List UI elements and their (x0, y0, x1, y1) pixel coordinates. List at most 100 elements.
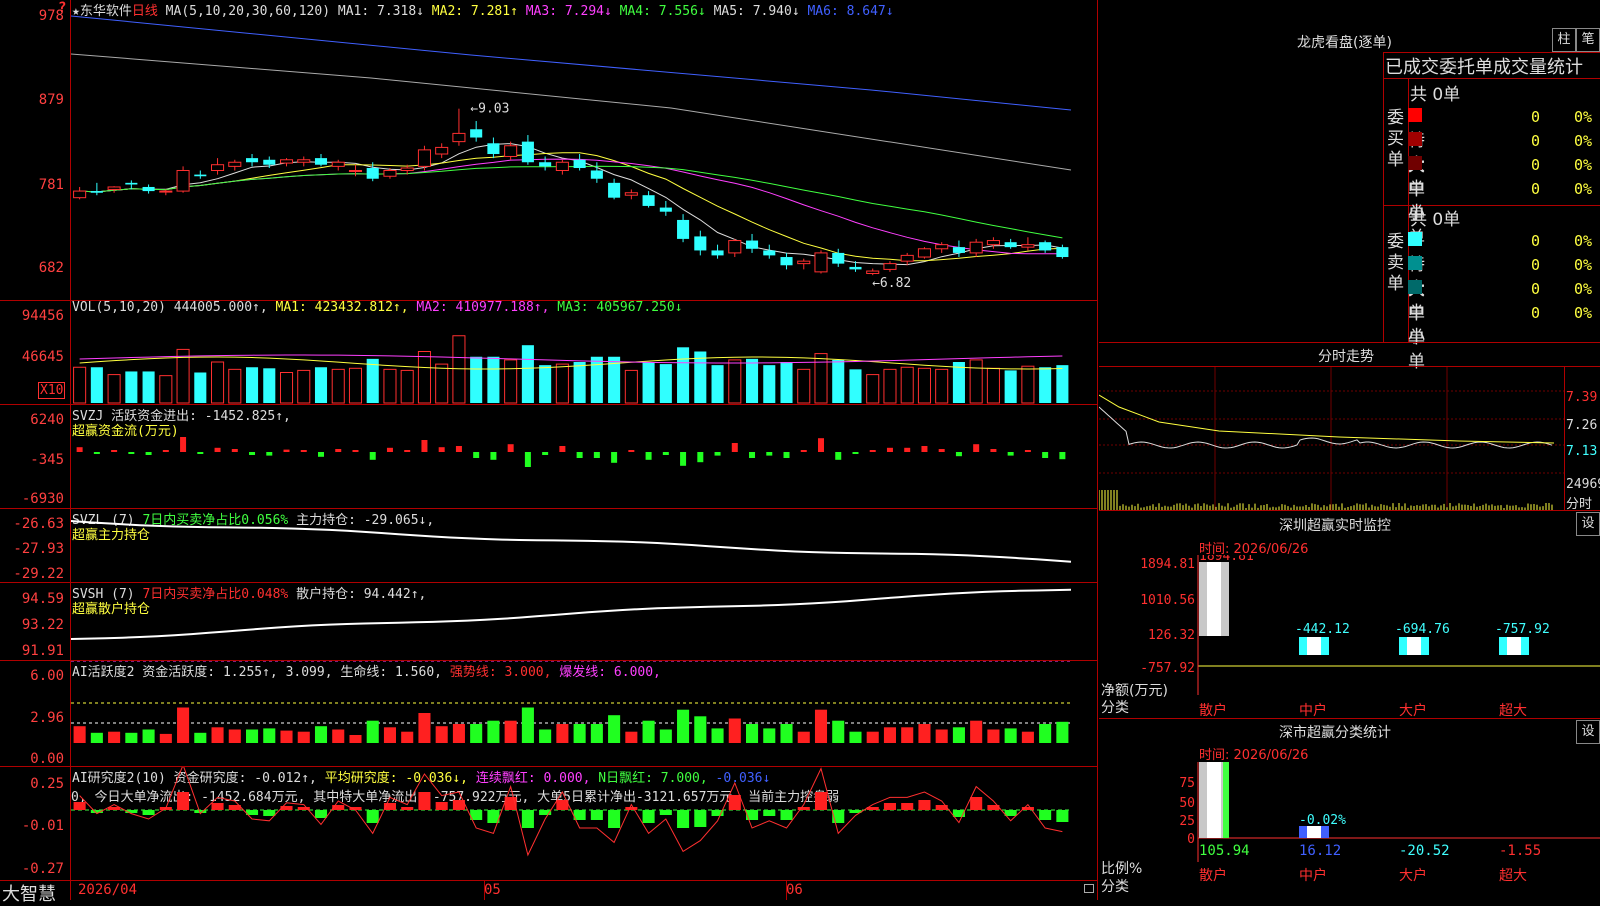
activity-bar (867, 732, 879, 743)
lhkp-row-count: 0 (1531, 304, 1540, 322)
research-bar (143, 810, 155, 815)
candle-body (453, 133, 465, 141)
position-line (71, 590, 1071, 639)
volume-chart (71, 301, 1097, 404)
candle-body (108, 187, 120, 189)
candle-body (936, 245, 948, 249)
flow-bar (301, 450, 307, 452)
activity-bar (591, 724, 603, 743)
flow-bar (835, 452, 841, 460)
activity-bar (539, 730, 551, 744)
flow-bar (577, 452, 583, 458)
research-bar (591, 810, 603, 820)
activity-bar (1056, 722, 1068, 743)
lhkp-tab-line (1383, 78, 1600, 79)
volume-bar (780, 362, 792, 403)
ma6-line (71, 16, 1071, 110)
volume-bar (349, 368, 361, 403)
date-tick-2 (484, 880, 485, 900)
volume-bar (677, 347, 689, 403)
activity-bar (349, 735, 361, 743)
volume-bar (1039, 367, 1051, 403)
lhkp-row: 大单 (1408, 254, 1426, 278)
flow-bar (94, 452, 100, 454)
flow-bar (284, 450, 290, 452)
volume-bar (229, 369, 241, 403)
sz-class-cat-label: 超大 (1499, 868, 1527, 884)
sz-class-y-label: 25 (1179, 814, 1195, 829)
intraday-chart[interactable] (1099, 367, 1564, 510)
activity-bar (901, 727, 913, 743)
sz-monitor-cat-label: 超大 (1499, 703, 1527, 719)
volume-bar (815, 354, 827, 403)
flow-bar (939, 449, 945, 452)
lhkp-row-count: 0 (1531, 232, 1540, 250)
sz-class-chart: 7550250-0.02%105.94散户16.12中户-20.52大户-1.5… (1099, 762, 1600, 900)
candle-body (867, 271, 879, 273)
candle-body (505, 146, 517, 157)
candle-body (591, 170, 603, 178)
lhkp-row-count: 0 (1531, 132, 1540, 150)
volume-bar (418, 352, 430, 404)
candle-body (849, 267, 861, 269)
kline-area[interactable]: ★东华软件日线 MA(5,10,20,30,60,120) MA1: 7.318… (0, 0, 1098, 900)
volume-bar (763, 365, 775, 403)
candle-body (574, 160, 586, 168)
lhkp-row-count: 0 (1531, 156, 1540, 174)
vol-ma-line (80, 357, 1063, 369)
volume-bar (280, 373, 292, 404)
volume-bar (901, 367, 913, 403)
lhkp-row-pct: 0% (1574, 132, 1592, 150)
activity-bar (763, 728, 775, 743)
sz-monitor-settings-button[interactable]: 设 (1576, 512, 1600, 536)
volume-bar (643, 362, 655, 403)
flow-bar (801, 450, 807, 452)
sz-monitor-bar (1299, 637, 1329, 655)
volume-bar (470, 357, 482, 403)
svzj-y-3: -6930 (0, 491, 64, 507)
lock-icon[interactable] (1084, 884, 1094, 893)
sz-monitor-y-label: 1894.81 (1140, 557, 1195, 572)
activity-bar (970, 721, 982, 743)
sz-class-settings-button[interactable]: 设 (1576, 720, 1600, 744)
flow-bar (956, 452, 962, 456)
candlestick-chart[interactable]: ←9.03 ←6.82 (71, 0, 1097, 300)
activity-bar (1005, 728, 1017, 743)
volume-bar (832, 360, 844, 403)
volume-bar (108, 375, 120, 403)
flow-bar (1025, 450, 1031, 452)
research-line (80, 767, 1063, 855)
sz-class-value-label: 16.12 (1299, 843, 1341, 859)
volume-bar (936, 369, 948, 403)
flow-bar (197, 452, 203, 454)
candle-body (160, 191, 172, 192)
sz-monitor-chart: 1894.811010.56126.32-757.921894.81散户-442… (1099, 555, 1600, 720)
candle-body (332, 162, 344, 166)
flow-bar (732, 443, 738, 452)
candle-body (763, 250, 775, 255)
lhkp-row-count: 0 (1531, 280, 1540, 298)
flow-bar (146, 452, 152, 455)
activity-bar (643, 721, 655, 743)
sz-monitor-axis-title2: 分类 (1101, 697, 1129, 717)
research-bar (418, 792, 430, 810)
sz-class-axis-title2: 分类 (1101, 876, 1129, 896)
bar-mode-button[interactable]: 柱 (1552, 28, 1576, 52)
candle-body (556, 162, 568, 170)
activity-bar (298, 732, 310, 743)
activity-bar (436, 726, 448, 743)
lhkp-row: 中单 (1408, 154, 1426, 178)
volume-bar (91, 367, 103, 403)
research-bar (401, 807, 413, 810)
volume-bar (1056, 365, 1068, 403)
sz-monitor-y-label: 1010.56 (1140, 593, 1195, 608)
research-bar (108, 807, 120, 810)
research-bar (918, 800, 930, 810)
activity-bar (418, 713, 430, 743)
volume-bar (746, 359, 758, 403)
lhkp-tabs[interactable]: 已成交委托单成交量统计 (1385, 53, 1583, 79)
research-bar (660, 810, 672, 815)
tick-mode-button[interactable]: 笔 (1576, 28, 1600, 52)
flow-bar (232, 449, 238, 452)
candle-body (522, 142, 534, 163)
